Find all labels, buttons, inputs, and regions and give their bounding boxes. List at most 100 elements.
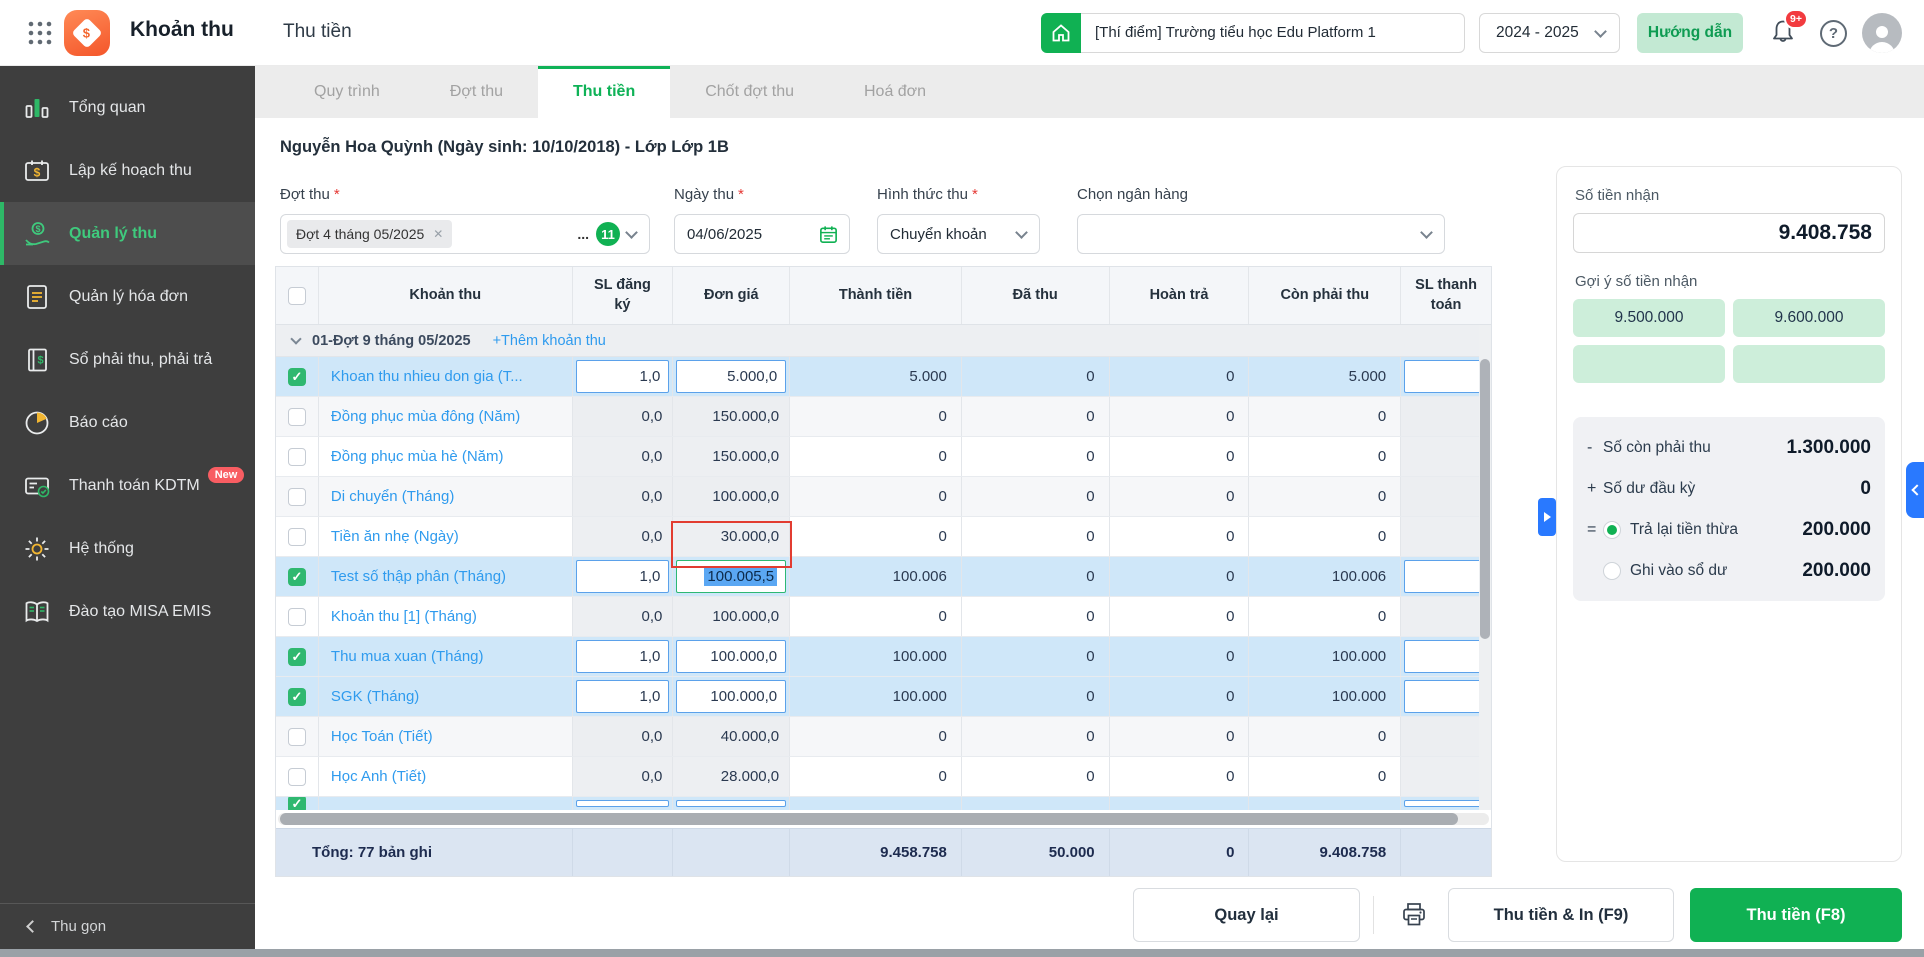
pay-qty-input[interactable]	[1404, 360, 1488, 393]
table-header: Khoản thuSL đăng kýĐơn giáThành tiềnĐã t…	[276, 267, 1491, 325]
add-fee-link[interactable]: +Thêm khoản thu	[493, 333, 606, 349]
fee-name-link[interactable]: Test số thập phân (Tháng)	[331, 568, 506, 585]
home-icon[interactable]	[1041, 13, 1081, 53]
fee-name-link[interactable]: Tiền ăn nhẹ (Ngày)	[331, 528, 459, 545]
row-checkbox[interactable]	[288, 408, 306, 426]
chevron-left-icon	[1911, 484, 1922, 495]
row-checkbox[interactable]: ✓	[288, 568, 306, 586]
help-icon[interactable]: ?	[1820, 20, 1847, 47]
row-checkbox[interactable]	[288, 608, 306, 626]
collect-and-print-button[interactable]: Thu tiền & In (F9)	[1448, 888, 1674, 942]
sidebar-item-so-phai-thu-phai-tra[interactable]: $Sổ phải thu, phải trả	[0, 328, 255, 391]
back-button[interactable]: Quay lại	[1133, 888, 1360, 942]
print-button[interactable]	[1386, 888, 1442, 942]
guide-button[interactable]: Hướng dẫn	[1637, 13, 1743, 53]
tab-quy-trinh[interactable]: Quy trình	[279, 66, 415, 118]
panel-collapse-tab[interactable]	[1906, 462, 1924, 518]
row-checkbox[interactable]	[288, 488, 306, 506]
qty-input[interactable]: 1,0	[576, 360, 670, 393]
row-select-cell: ✓	[276, 677, 319, 716]
sidebar-item-tong-quan[interactable]: Tổng quan	[0, 76, 255, 139]
fee-name-link[interactable]: Khoản thu [1] (Tháng)	[331, 608, 477, 625]
pay-qty-input[interactable]	[1404, 560, 1488, 593]
payment-method-select[interactable]: Chuyển khoản	[877, 214, 1040, 254]
fee-name-link[interactable]: Thu mua xuan (Tháng)	[331, 648, 484, 665]
tab-thu-tien[interactable]: Thu tiền	[538, 66, 670, 118]
collection-date-field[interactable]: 04/06/2025	[674, 214, 850, 254]
chevron-down-icon[interactable]	[290, 333, 301, 344]
radio-tra-lai-tien-thua[interactable]	[1603, 521, 1621, 539]
row-checkbox[interactable]	[288, 768, 306, 786]
sidebar-item-he-thong[interactable]: Hệ thống	[0, 517, 255, 580]
refund-cell: 0	[1110, 437, 1250, 476]
avatar[interactable]	[1862, 13, 1902, 53]
qty-input[interactable]: 1,0	[576, 560, 670, 593]
sidebar-item-quan-ly-thu[interactable]: $Quản lý thu	[0, 202, 255, 265]
summary-label: Số còn phải thu	[1603, 439, 1711, 457]
row-select-cell	[276, 477, 319, 516]
collection-batch-select[interactable]: Đợt 4 tháng 05/2025 ✕ ... 11	[280, 214, 650, 254]
fee-name-link[interactable]: Di chuyển (Tháng)	[331, 488, 454, 505]
tab-chot-dot-thu[interactable]: Chốt đợt thu	[670, 66, 829, 118]
fee-name-link[interactable]: Đồng phục mùa hè (Năm)	[331, 448, 504, 465]
suggestion-chip[interactable]: 9.500.000	[1573, 299, 1725, 337]
qty-input[interactable]	[576, 800, 670, 807]
row-checkbox[interactable]	[288, 448, 306, 466]
qty-input[interactable]: 1,0	[576, 680, 670, 713]
suggestion-chip[interactable]: 9.600.000	[1733, 299, 1885, 337]
fee-name-link[interactable]: Học Toán (Tiết)	[331, 728, 433, 745]
row-checkbox[interactable]: ✓	[288, 797, 306, 810]
fee-name-link[interactable]: SGK (Tháng)	[331, 688, 419, 705]
select-all-checkbox[interactable]	[288, 287, 306, 305]
school-year-select[interactable]: 2024 - 2025	[1479, 13, 1620, 53]
suggestion-chip[interactable]	[1573, 345, 1725, 383]
suggestion-chip[interactable]	[1733, 345, 1885, 383]
fee-name-cell: Di chuyển (Tháng)	[319, 477, 573, 516]
remaining-cell: 100.006	[1249, 557, 1401, 596]
tab-hoa-don[interactable]: Hoá đơn	[829, 66, 961, 118]
qty-input[interactable]: 1,0	[576, 640, 670, 673]
fee-name-link[interactable]: Học Anh (Tiết)	[331, 768, 426, 785]
table-row: Đồng phục mùa đông (Năm)0,0150.000,00000	[276, 397, 1491, 437]
new-badge: New	[208, 467, 245, 483]
bank-select[interactable]	[1077, 214, 1445, 254]
sidebar-item-lap-ke-hoach-thu[interactable]: $Lập kế hoạch thu	[0, 139, 255, 202]
price-input[interactable]: 100.005,5	[676, 560, 786, 593]
fee-name-link[interactable]: Khoan thu nhieu don gia (T...	[331, 368, 523, 385]
sidebar-item-bao-cao[interactable]: Báo cáo	[0, 391, 255, 454]
fee-name-link[interactable]: Đồng phục mùa đông (Năm)	[331, 408, 520, 425]
price-input[interactable]	[676, 800, 786, 807]
price-input[interactable]: 100.000,0	[676, 680, 786, 713]
received-amount-input[interactable]: 9.408.758	[1573, 213, 1885, 253]
row-checkbox[interactable]: ✓	[288, 688, 306, 706]
vertical-scrollbar-thumb[interactable]	[1480, 359, 1490, 639]
app-grid-icon[interactable]	[26, 19, 54, 47]
row-checkbox[interactable]	[288, 728, 306, 746]
close-icon[interactable]: ✕	[433, 227, 443, 241]
pay-qty-input[interactable]	[1404, 800, 1488, 807]
pay-qty-input[interactable]	[1404, 680, 1488, 713]
horizontal-scrollbar[interactable]	[276, 810, 1491, 828]
collect-button[interactable]: Thu tiền (F8)	[1690, 888, 1902, 942]
pay-qty-input[interactable]	[1404, 640, 1488, 673]
collected-cell: 0	[962, 677, 1110, 716]
suggestion-label: Gợi ý số tiền nhận	[1575, 273, 1697, 290]
price-input[interactable]: 100.000,0	[676, 640, 786, 673]
fees-table: Khoản thuSL đăng kýĐơn giáThành tiềnĐã t…	[275, 266, 1492, 877]
sidebar-item-quan-ly-hoa-don[interactable]: Quản lý hóa đơn	[0, 265, 255, 328]
row-checkbox[interactable]: ✓	[288, 648, 306, 666]
row-checkbox[interactable]	[288, 528, 306, 546]
vertical-scrollbar[interactable]	[1479, 325, 1491, 810]
radio-ghi-vao-so-du[interactable]	[1603, 562, 1621, 580]
panel-expand-button[interactable]	[1538, 498, 1556, 536]
sidebar-item-thanh-toan-kdtm[interactable]: Thanh toán KDTMNew	[0, 454, 255, 517]
row-checkbox[interactable]: ✓	[288, 368, 306, 386]
calendar-icon[interactable]	[818, 224, 839, 245]
price-input[interactable]: 5.000,0	[676, 360, 786, 393]
horizontal-scrollbar-thumb[interactable]	[280, 813, 1458, 825]
tab-dot-thu[interactable]: Đợt thu	[415, 66, 538, 118]
school-selector[interactable]: [Thí điểm] Trường tiểu học Edu Platform …	[1041, 13, 1465, 53]
sidebar-item-dao-tao-misa-emis[interactable]: Đào tạo MISA EMIS	[0, 580, 255, 643]
school-name-field[interactable]: [Thí điểm] Trường tiểu học Edu Platform …	[1081, 13, 1465, 53]
sidebar-collapse-button[interactable]: Thu gọn	[0, 903, 255, 949]
